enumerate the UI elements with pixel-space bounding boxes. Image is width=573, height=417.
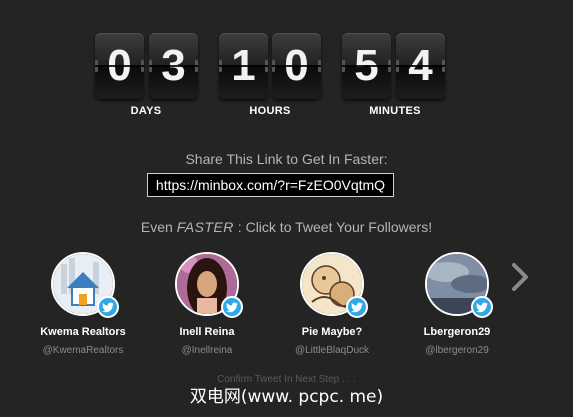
follower-name: Pie Maybe? xyxy=(301,326,363,338)
minutes-digit-1: 5 xyxy=(342,33,391,99)
follower-card[interactable]: Kwema Realtors @KwemaRealtors xyxy=(18,252,148,356)
twitter-bird-icon xyxy=(221,296,243,318)
hours-label: HOURS xyxy=(249,105,291,117)
share-link-field[interactable] xyxy=(147,173,394,197)
minutes-label: MINUTES xyxy=(369,105,421,117)
tweet-heading: Even FASTER : Click to Tweet Your Follow… xyxy=(140,219,433,235)
follower-card[interactable]: Lbergeron29 @lbergeron29 xyxy=(392,252,522,356)
hours-digit-1: 1 xyxy=(219,33,268,99)
twitter-bird-icon xyxy=(471,296,493,318)
hours-digit-2: 0 xyxy=(272,33,321,99)
follower-card[interactable]: Inell Reina @Inellreina xyxy=(142,252,272,356)
avatar[interactable] xyxy=(425,252,493,318)
follower-name: Lbergeron29 xyxy=(423,326,491,338)
days-digit-1: 0 xyxy=(95,33,144,99)
follower-name: Inell Reina xyxy=(179,326,235,338)
follower-handle: @KwemaRealtors xyxy=(42,345,124,356)
days-label: DAYS xyxy=(130,105,162,117)
faster-emphasis: FASTER xyxy=(176,219,234,235)
twitter-bird-icon xyxy=(97,296,119,318)
follower-handle: @LittleBlaqDuck xyxy=(294,345,370,356)
days-digit-2: 3 xyxy=(149,33,198,99)
minutes-digit-2: 4 xyxy=(396,33,445,99)
follower-handle: @lbergeron29 xyxy=(425,345,489,356)
follower-handle: @Inellreina xyxy=(181,345,233,356)
avatar[interactable] xyxy=(300,252,368,318)
avatar[interactable] xyxy=(51,252,119,318)
follower-name: Kwema Realtors xyxy=(40,326,126,338)
share-heading: Share This Link to Get In Faster: xyxy=(185,151,388,167)
avatar[interactable] xyxy=(175,252,243,318)
chevron-right-icon[interactable] xyxy=(510,262,530,292)
countdown-timer: 0 3 DAYS 1 0 HOURS 5 4 MINUTES xyxy=(0,33,573,123)
follower-card[interactable]: Pie Maybe? @LittleBlaqDuck xyxy=(267,252,397,356)
watermark: 双电网(www. pcpc. me) xyxy=(189,387,384,407)
twitter-bird-icon xyxy=(346,296,368,318)
